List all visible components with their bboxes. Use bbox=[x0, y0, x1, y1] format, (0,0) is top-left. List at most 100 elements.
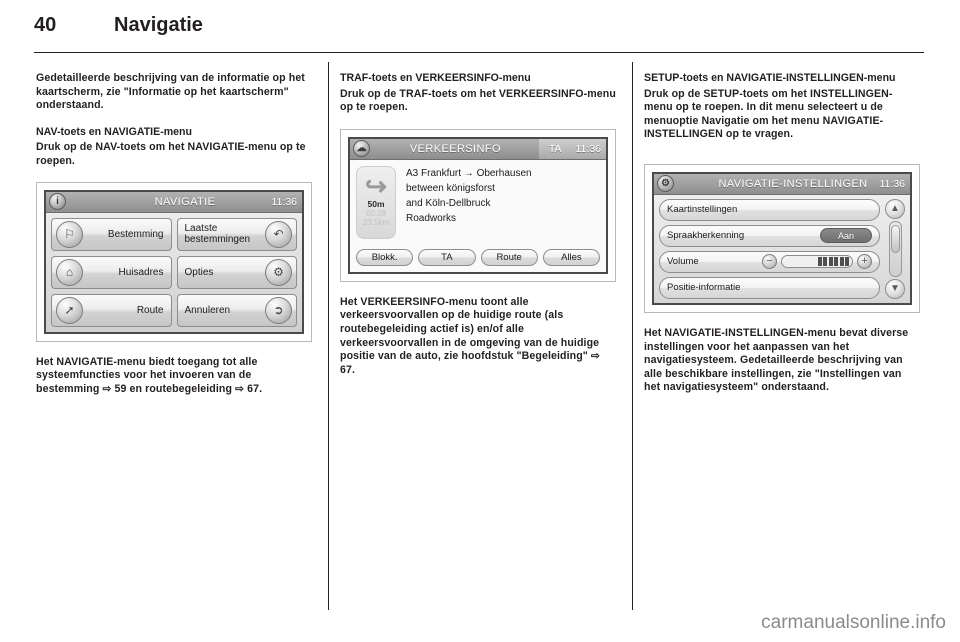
col1-subheading: NAV-toets en NAVIGATIE-menu bbox=[36, 125, 192, 138]
volume-segment bbox=[823, 257, 827, 267]
nav-button-label: Laatste bestemmingen bbox=[184, 223, 251, 246]
nav-button-label: Bestemming bbox=[107, 228, 164, 240]
verkeersinfo-screen: ☁ VERKEERSINFO TA 11:36 ↪ 50m 00:28 23.5… bbox=[348, 136, 608, 274]
page-title: Navigatie bbox=[114, 14, 203, 36]
maneuver-eta: 00:28 bbox=[365, 208, 387, 218]
volume-segment bbox=[834, 257, 838, 267]
volume-segment bbox=[845, 257, 849, 267]
nav-button-laatste-bestemmingen[interactable]: Laatste bestemmingen ↶ bbox=[176, 217, 297, 251]
maneuver-distance: 50m bbox=[367, 198, 385, 209]
settings-list: Kaartinstellingen Spraakherkenning Aan V… bbox=[659, 198, 880, 299]
site-watermark: carmanualsonline.info bbox=[761, 612, 946, 633]
col1-after-paragraph: Het NAVIGATIE-menu biedt toegang tot all… bbox=[36, 355, 263, 395]
column-1: Gedetailleerde beschrijving van de infor… bbox=[36, 72, 312, 409]
volume-segment bbox=[828, 257, 833, 267]
page-header: 40 Navigatie bbox=[0, 0, 960, 56]
setting-label: Kaartinstellingen bbox=[667, 204, 738, 216]
volume-minus-button[interactable]: − bbox=[762, 254, 777, 270]
traffic-message: A3 Frankfurt → Oberhausen between königs… bbox=[396, 166, 600, 239]
scrollbar-thumb[interactable] bbox=[890, 224, 900, 254]
traffic-line: A3 Frankfurt → Oberhausen bbox=[406, 167, 532, 179]
settings-scrollbar[interactable]: ▲ ▼ bbox=[884, 198, 906, 299]
verkeersinfo-titlebar: ☁ VERKEERSINFO TA 11:36 bbox=[350, 138, 606, 160]
col3-subheading: SETUP-toets en NAVIGATIE-INSTELLINGEN-me… bbox=[644, 72, 896, 84]
verkeersinfo-body: ↪ 50m 00:28 23.5km A3 Frankfurt → Oberha… bbox=[350, 159, 606, 245]
nav-button-label: Huisadres bbox=[118, 266, 164, 278]
volume-plus-button[interactable]: + bbox=[857, 254, 872, 270]
traffic-button-blokk[interactable]: Blokk. bbox=[356, 248, 414, 266]
chevron-down-icon[interactable]: ▼ bbox=[885, 278, 905, 299]
col1-paragraph: Druk op de NAV-toets om het NAVIGATIE-me… bbox=[36, 141, 306, 167]
navigatie-button-grid: ⚐ Bestemming Laatste bestemmingen ↶ ⌂ Hu… bbox=[46, 212, 302, 332]
navigatie-screen: i NAVIGATIE 11:36 ⚐ Bestemming Laatste b… bbox=[44, 189, 304, 334]
verkeersinfo-status-area: TA 11:36 bbox=[538, 138, 606, 159]
scrollbar-track[interactable] bbox=[888, 220, 902, 277]
page-number: 40 bbox=[34, 14, 57, 36]
volume-segment bbox=[817, 257, 822, 267]
col2-after-paragraph: Het VERKEERSINFO-menu toont alle verkeer… bbox=[340, 295, 600, 376]
setting-row-positie-informatie[interactable]: Positie-informatie bbox=[659, 276, 880, 299]
volume-control: − + bbox=[762, 254, 872, 270]
traffic-button-route[interactable]: Route bbox=[480, 248, 538, 266]
ta-indicator: TA bbox=[548, 142, 562, 155]
col3-after-paragraph: Het NAVIGATIE-INSTELLINGEN-menu bevat di… bbox=[644, 326, 909, 394]
column-2: TRAF-toets en VERKEERSINFO-menu Druk op … bbox=[340, 72, 616, 390]
maneuver-remaining: 23.5km bbox=[362, 217, 390, 227]
traffic-line: between königsforst bbox=[406, 182, 495, 194]
navigatie-instellingen-screenshot: ⚙ NAVIGATIE-INSTELLINGEN 11:36 Kaartinst… bbox=[644, 163, 920, 313]
navigatie-instellingen-screen: ⚙ NAVIGATIE-INSTELLINGEN 11:36 Kaartinst… bbox=[652, 171, 912, 305]
traffic-button-ta[interactable]: TA bbox=[418, 248, 476, 266]
verkeersinfo-buttonbar: Blokk. TA Route Alles bbox=[350, 244, 606, 272]
column-divider-2 bbox=[632, 62, 633, 610]
verkeersinfo-clock: 11:36 bbox=[575, 142, 602, 155]
setting-row-volume[interactable]: Volume − + bbox=[659, 250, 880, 273]
cancel-route-icon: ➲ bbox=[265, 296, 292, 324]
gear-icon: ⚙ bbox=[657, 175, 674, 193]
instellingen-body: Kaartinstellingen Spraakherkenning Aan V… bbox=[654, 194, 910, 303]
nav-button-label: Opties bbox=[184, 266, 214, 278]
instellingen-titlebar: ⚙ NAVIGATIE-INSTELLINGEN 11:36 bbox=[654, 173, 910, 195]
volume-segment bbox=[839, 257, 844, 267]
setting-row-kaartinstellingen[interactable]: Kaartinstellingen bbox=[659, 198, 880, 221]
nav-button-annuleren[interactable]: Annuleren ➲ bbox=[176, 293, 297, 327]
navigatie-clock-wrap: 11:36 bbox=[272, 192, 298, 212]
col1-intro-paragraph: Gedetailleerde beschrijving van de infor… bbox=[36, 72, 305, 112]
nav-button-bestemming[interactable]: ⚐ Bestemming bbox=[51, 217, 172, 251]
verkeersinfo-title: VERKEERSINFO bbox=[409, 142, 501, 155]
gear-icon: ⚙ bbox=[265, 258, 292, 286]
setting-label: Volume bbox=[667, 256, 699, 268]
navigatie-title: NAVIGATIE bbox=[154, 195, 216, 208]
traffic-cloud-icon: ☁ bbox=[353, 140, 370, 158]
navigatie-screenshot: i NAVIGATIE 11:36 ⚐ Bestemming Laatste b… bbox=[36, 181, 312, 342]
setting-label: Spraakherkenning bbox=[667, 230, 745, 242]
col2-subheading: TRAF-toets en VERKEERSINFO-menu bbox=[340, 72, 531, 84]
nav-button-huisadres[interactable]: ⌂ Huisadres bbox=[51, 255, 172, 289]
col2-paragraph: Druk op de TRAF-toets om het VERKEERSINF… bbox=[340, 87, 616, 114]
verkeersinfo-screenshot: ☁ VERKEERSINFO TA 11:36 ↪ 50m 00:28 23.5… bbox=[340, 128, 616, 282]
navigatie-clock: 11:36 bbox=[271, 195, 298, 208]
column-3: SETUP-toets en NAVIGATIE-INSTELLINGEN-me… bbox=[644, 72, 920, 408]
history-flag-icon: ↶ bbox=[265, 220, 292, 248]
header-divider bbox=[34, 52, 924, 53]
instellingen-clock-wrap: 11:36 bbox=[880, 174, 906, 194]
spraakherkenning-toggle[interactable]: Aan bbox=[820, 228, 872, 244]
flag-icon: ⚐ bbox=[56, 220, 83, 248]
home-icon: ⌂ bbox=[56, 258, 83, 286]
navigatie-titlebar: i NAVIGATIE 11:36 bbox=[46, 191, 302, 213]
info-icon: i bbox=[49, 193, 66, 211]
nav-button-label: Annuleren bbox=[184, 304, 231, 316]
traffic-line: Roadworks bbox=[406, 212, 457, 224]
instellingen-title: NAVIGATIE-INSTELLINGEN bbox=[718, 177, 868, 190]
instellingen-clock: 11:36 bbox=[879, 177, 906, 190]
nav-button-opties[interactable]: Opties ⚙ bbox=[176, 255, 297, 289]
chevron-up-icon[interactable]: ▲ bbox=[885, 198, 905, 219]
nav-button-route[interactable]: ➚ Route bbox=[51, 293, 172, 327]
setting-row-spraakherkenning[interactable]: Spraakherkenning Aan bbox=[659, 224, 880, 247]
signpost-icon: ➚ bbox=[56, 296, 83, 324]
traffic-line: and Köln-Dellbruck bbox=[406, 197, 491, 209]
col3-paragraph: Druk op de SETUP-toets om het INSTELLING… bbox=[644, 87, 893, 141]
maneuver-panel: ↪ 50m 00:28 23.5km bbox=[356, 165, 396, 239]
traffic-button-alles[interactable]: Alles bbox=[542, 248, 600, 266]
column-divider-1 bbox=[328, 62, 329, 610]
volume-slider[interactable] bbox=[781, 255, 853, 269]
